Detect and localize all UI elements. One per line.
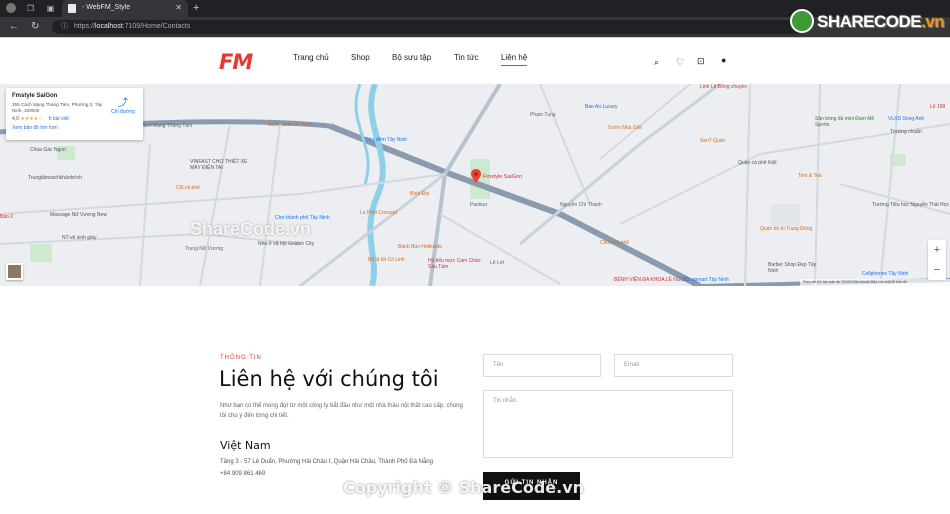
zoom-in-button[interactable]: + <box>928 240 946 260</box>
nav-news[interactable]: Tin tức <box>454 53 479 62</box>
url-host: localhost <box>95 23 123 30</box>
watermark-text: ShareCode.vn <box>190 219 312 239</box>
rating-value: 4,0 <box>12 116 19 122</box>
place-address: 355 Cách Mạng Tháng Tám, Phường 3, Tây N… <box>12 102 103 113</box>
map-label: Cách Mạng Tháng Tám <box>140 123 193 129</box>
office-address: Tầng 3 - 57 Lê Duẩn, Phường Hải Châu I, … <box>220 459 433 465</box>
name-input[interactable]: Tên <box>483 354 601 377</box>
nav-contact[interactable]: Liên hệ <box>501 53 528 66</box>
office-phone: +84 909 861 469 <box>220 471 266 477</box>
pin-label: Fmstyle SaiGon <box>483 174 523 180</box>
map-label: Chùa Gác Ngon <box>30 147 66 153</box>
search-icon[interactable]: ⌕ <box>654 57 659 68</box>
map-label: Co.opmart Tây Ninh <box>684 277 729 283</box>
map-label: Sen7 Quán <box>700 138 726 144</box>
user-icon[interactable]: ● <box>721 55 726 65</box>
map-label: Trường chuẩn <box>890 129 922 135</box>
section-eyebrow: THÔNG TIN <box>220 355 262 361</box>
collections-icon[interactable]: ❐ <box>26 4 35 13</box>
map-label: Trung Nữ Vương <box>185 246 224 252</box>
email-input[interactable]: Email <box>614 354 733 377</box>
sharecode-logo-icon <box>790 9 814 33</box>
map-label: Bảo 2 <box>0 214 14 220</box>
map-label: Nhà ở xã hội Golden City <box>258 241 315 247</box>
sharecode-logo-tld: .vn <box>921 12 945 31</box>
map-label: Pasteur <box>470 202 488 208</box>
map-label: Barber Shop Đẹp Tây Ninh <box>768 262 817 274</box>
map-label: Nguyễn Chí Thanh <box>560 202 602 208</box>
new-tab-icon[interactable]: + <box>193 2 199 14</box>
map-label: Bánh canh Út Thiện <box>268 122 313 128</box>
map-label: Chợ đêm Tây Ninh <box>365 137 408 143</box>
profile-icon[interactable] <box>6 3 16 13</box>
map-label: Lê 199 <box>930 104 946 110</box>
zoom-out-button[interactable]: − <box>928 260 946 280</box>
tab-actions-icon[interactable]: ▣ <box>46 4 55 13</box>
close-tab-icon[interactable]: ✕ <box>175 3 182 12</box>
map-label: Trungtâmsáchkhánhrình <box>28 175 83 181</box>
map-label: Cellphones Tây Ninh <box>862 271 909 277</box>
bag-icon[interactable]: ⊡ <box>697 56 705 67</box>
nav-home[interactable]: Trang chủ <box>293 53 329 62</box>
map-label: VINFAST CHỢ THIẾT XE MÁY ĐIỆN TAI <box>190 159 248 171</box>
tab-title: - WebFM_Style <box>82 4 131 11</box>
nav-collections[interactable]: Bộ sưu tập <box>392 53 431 62</box>
directions-icon: ⤴ <box>118 98 128 109</box>
map-label: Tom & Tea <box>798 173 822 179</box>
reviews-link[interactable]: 6 bài viết <box>49 116 69 122</box>
browser-tab[interactable]: - WebFM_Style ✕ <box>62 0 188 17</box>
contact-description: Như bạn có thể mong đợi từ một công ty b… <box>220 403 463 419</box>
map-label: VLXD Song Anh <box>888 116 925 122</box>
map-label: Hủ tiếu mực Cam Cháo Sáu Tám <box>428 258 481 270</box>
map-layer-toggle[interactable] <box>6 263 23 280</box>
map-label: Bao An Luxury <box>585 104 618 110</box>
place-info-card: Fmstyle SaiGon 355 Cách Mạng Tháng Tám, … <box>6 88 143 140</box>
directions-label: Chỉ đường <box>111 109 135 115</box>
url-field[interactable]: ⓘ https://localhost:7109/Home/Contacts <box>52 20 802 34</box>
map-label: Bình Đại <box>410 191 430 197</box>
heart-icon[interactable]: ♡ <box>676 57 684 68</box>
copyright-watermark: Copyright © ShareCode.vn <box>343 478 585 497</box>
map-label: Massage Nữ Vương New <box>50 212 107 218</box>
map-footer[interactable]: Phím tắt Dữ liệu bản đồ ©2025 Điều khoản… <box>800 279 950 286</box>
rating-stars: ★★★★☆ <box>20 116 43 122</box>
bigger-map-link[interactable]: Xem bản đồ lớn hơn <box>12 125 137 131</box>
map-label: Lê Lợi <box>490 260 505 266</box>
sharecode-logo-text: SHARECODE <box>817 12 922 31</box>
map-label: NT-vệ sinh giày <box>62 235 97 241</box>
nav-shop[interactable]: Shop <box>351 53 370 62</box>
back-icon[interactable]: ← <box>9 21 19 32</box>
directions-button[interactable]: ⤴ Chỉ đường <box>109 94 137 115</box>
map-label: Quán bò to Trung Đông <box>760 226 813 232</box>
map-label: Vườn Nhà Grill <box>608 125 642 131</box>
site-info-icon[interactable]: ⓘ <box>61 20 68 34</box>
map-label: Bánh Bún Hokkaido <box>398 244 443 250</box>
site-logo[interactable]: FM <box>219 50 253 74</box>
map-label: Le Petit Concept <box>360 210 397 216</box>
google-map[interactable]: Cách Mạng Tháng Tám Bánh canh Út Thiện C… <box>0 84 950 286</box>
reload-icon[interactable]: ↻ <box>31 21 39 32</box>
location-pin-icon[interactable] <box>471 169 481 183</box>
place-rating: 4,0 ★★★★☆ 6 bài viết <box>12 116 137 122</box>
map-label: Trường Tiểu học Nguyễn Thái Học <box>872 202 949 208</box>
page-title: Liên hệ với chúng tôi <box>219 367 439 391</box>
map-label: Linh Lê Bông chuyền <box>700 84 747 90</box>
url-path: :7109/Home/Contacts <box>122 23 191 30</box>
map-label: Cũi cà phê <box>176 185 200 191</box>
site-header: FM Trang chủ Shop Bộ sưu tập Tin tức Liê… <box>0 37 950 84</box>
zoom-control: + − <box>928 240 946 280</box>
map-label: BỆNH VIỆN ĐA KHOA LÊ NGỌC <box>614 277 689 283</box>
map-label: Chu's cà phê <box>600 240 630 246</box>
page-favicon-icon <box>68 4 76 13</box>
office-country: Việt Nam <box>220 439 271 452</box>
map-label: Bò lá lốt Cô Linh <box>368 257 405 263</box>
map-label: Phạm Tung <box>530 112 556 118</box>
map-label: Quán cà phê Kiệt <box>738 160 777 166</box>
message-textarea[interactable]: Tin nhắn <box>483 390 733 458</box>
map-label: Sân bóng đá mini Đam Mê Sports <box>815 116 875 128</box>
